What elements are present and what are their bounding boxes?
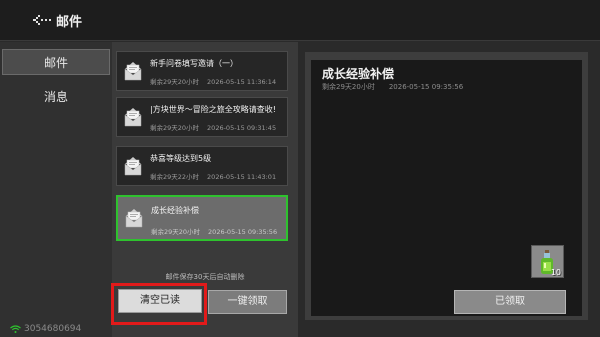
- mail-date: 2026-05-15 11:36:14: [207, 78, 277, 86]
- status-line: 3054680694: [10, 324, 81, 334]
- mail-date: 2026-05-15 09:35:56: [208, 228, 278, 236]
- mail-item[interactable]: 新手问卷填写邀请（一） 剩余29天20小时 2026-05-15 11:36:14: [116, 51, 288, 91]
- mail-date: 2026-05-15 11:43:01: [207, 173, 277, 181]
- top-bar: 邮件: [0, 0, 600, 41]
- detail-remaining: 剩余29天20小时: [322, 83, 375, 91]
- envelope-icon: [125, 209, 143, 228]
- tab-messages[interactable]: 消息: [2, 84, 110, 110]
- tab-mail[interactable]: 邮件: [2, 49, 110, 75]
- mail-title: |方块世界～冒险之旅全攻略请查收!: [150, 105, 276, 114]
- back-arrow-icon[interactable]: [33, 13, 51, 27]
- mail-meta: 剩余29天22小时 2026-05-15 11:43:01: [150, 171, 286, 181]
- claim-all-button[interactable]: 一键领取: [208, 290, 287, 314]
- envelope-icon: [124, 157, 142, 176]
- detail-meta: 剩余29天20小时 2026-05-15 09:35:56: [322, 82, 477, 92]
- mail-title: 新手问卷填写邀请（一）: [150, 59, 238, 68]
- mail-item-selected[interactable]: 成长经验补偿 剩余29天20小时 2026-05-15 09:35:56: [116, 195, 288, 241]
- envelope-icon: [124, 108, 142, 127]
- mail-meta: 剩余29天20小时 2026-05-15 11:36:14: [150, 76, 286, 86]
- mail-date: 2026-05-15 09:31:45: [207, 124, 277, 132]
- mail-title: 成长经验补偿: [151, 206, 199, 215]
- mail-title: 恭喜等级达到5级: [150, 154, 212, 163]
- mail-screen: 邮件 邮件 消息 3054680694 新手问卷填写邀请（一） 剩余29天20小…: [0, 0, 600, 337]
- envelope-icon: [124, 62, 142, 81]
- detail-date: 2026-05-15 09:35:56: [388, 83, 464, 91]
- page-title: 邮件: [56, 15, 83, 30]
- highlight-box: [111, 283, 207, 325]
- detail-title: 成长经验补偿: [322, 67, 395, 81]
- auto-delete-note: 邮件保存30天后自动删除: [165, 273, 245, 281]
- mail-remaining: 剩余29天22小时: [150, 173, 200, 181]
- mail-remaining: 剩余29天20小时: [150, 124, 200, 132]
- mail-meta: 剩余29天20小时 2026-05-15 09:35:56: [151, 226, 287, 236]
- player-id: 3054680694: [24, 324, 82, 334]
- claimed-button[interactable]: 已领取: [454, 290, 566, 314]
- mail-remaining: 剩余29天20小时: [151, 228, 201, 236]
- reward-slot[interactable]: 10: [531, 245, 564, 278]
- mail-item[interactable]: 恭喜等级达到5级 剩余29天22小时 2026-05-15 11:43:01: [116, 146, 288, 186]
- reward-count: 10: [550, 268, 561, 277]
- mail-meta: 剩余29天20小时 2026-05-15 09:31:45: [150, 122, 286, 132]
- mail-item[interactable]: |方块世界～冒险之旅全攻略请查收! 剩余29天20小时 2026-05-15 09…: [116, 97, 288, 137]
- sidebar: 邮件 消息 3054680694: [0, 42, 113, 337]
- wifi-icon: [10, 324, 21, 333]
- mail-remaining: 剩余29天20小时: [150, 78, 200, 86]
